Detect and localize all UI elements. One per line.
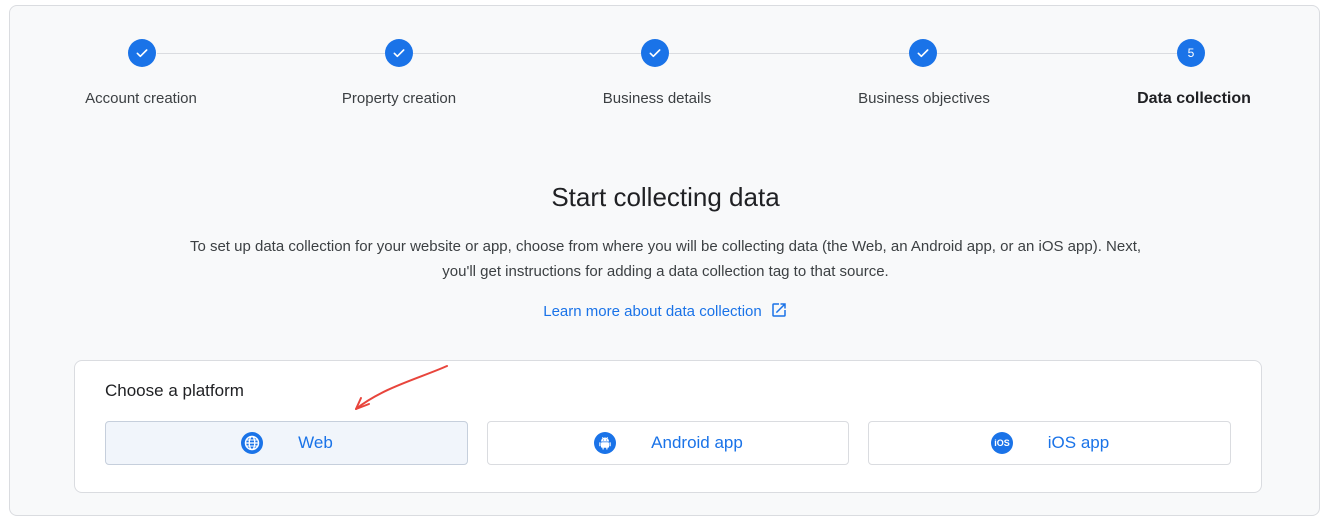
learn-more-row: Learn more about data collection [10,301,1321,323]
step-3-label: Business details [602,90,712,107]
web-platform-label: Web [298,433,333,452]
step-5-label: Data collection [1137,90,1251,107]
svg-text:iOS: iOS [994,438,1010,448]
ios-icon: iOS [990,431,1014,455]
setup-panel: 5 Account creation Property creation Bus… [9,5,1320,516]
step-4-complete-icon [909,39,937,67]
step-connector [413,53,641,54]
android-platform-button[interactable]: Android app [487,421,849,465]
step-1-label: Account creation [85,90,197,107]
step-5-number: 5 [1177,39,1205,67]
platform-card: Choose a platform Web Android app iOS iO… [74,360,1262,493]
step-2-complete-icon [385,39,413,67]
android-platform-label: Android app [651,433,743,452]
step-2-label: Property creation [341,90,457,107]
learn-more-label: Learn more about data collection [543,303,762,320]
step-connector [937,53,1177,54]
web-platform-button[interactable]: Web [105,421,468,465]
globe-icon [240,431,264,455]
setup-stepper: 5 Account creation Property creation Bus… [10,6,1321,126]
step-4-label: Business objectives [858,90,990,107]
android-icon [593,431,617,455]
learn-more-link[interactable]: Learn more about data collection [543,303,787,320]
ios-platform-button[interactable]: iOS iOS app [868,421,1231,465]
step-1-complete-icon [128,39,156,67]
step-3-complete-icon [641,39,669,67]
page-description: To set up data collection for your websi… [189,238,1142,280]
ios-platform-label: iOS app [1047,433,1110,452]
platform-title: Choose a platform [105,381,244,400]
page-title: Start collecting data [551,182,780,212]
open-in-new-icon [770,301,788,323]
step-connector [669,53,909,54]
step-connector [157,53,385,54]
